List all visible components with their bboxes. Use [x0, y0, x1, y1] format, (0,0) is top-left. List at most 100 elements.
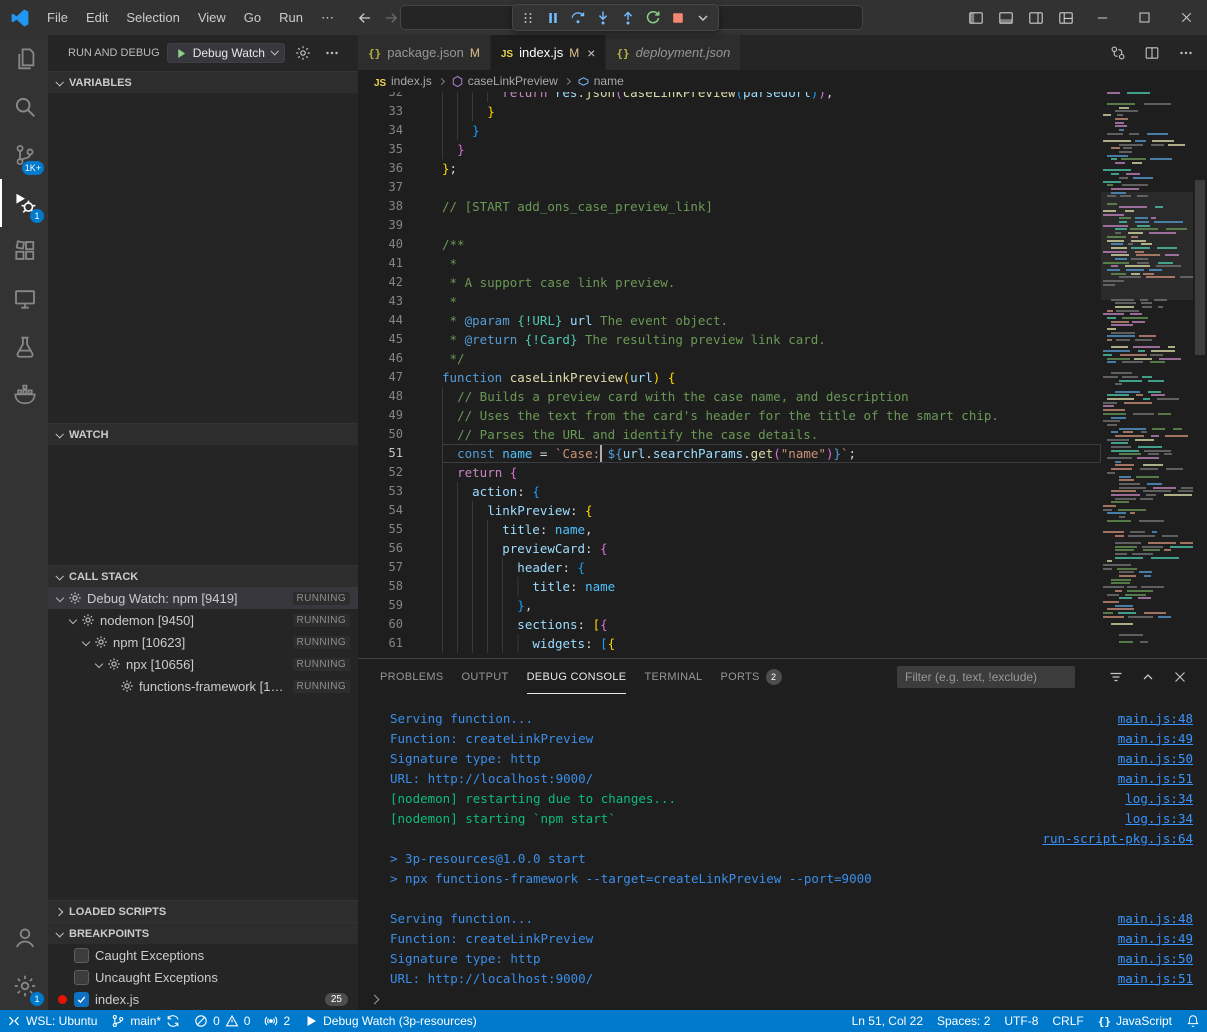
breadcrumb-item-index.js[interactable]: JSindex.js — [374, 74, 432, 88]
code-line-38[interactable]: 38// [START add_ons_case_preview_link] — [358, 197, 1101, 216]
line-number[interactable]: 40 — [358, 235, 403, 254]
minimap[interactable] — [1101, 92, 1193, 658]
code-line-32[interactable]: 32return res.json(caseLinkPreview(parsed… — [358, 92, 1101, 102]
line-number[interactable]: 58 — [358, 577, 403, 596]
views-more-actions-button[interactable] — [321, 42, 343, 64]
indentation-status[interactable]: Spaces: 2 — [930, 1010, 997, 1032]
line-number[interactable]: 50 — [358, 425, 403, 444]
source-link[interactable]: log.js:34 — [1125, 811, 1193, 826]
call-stack-session[interactable]: npm [10623] RUNNING — [48, 631, 358, 653]
notifications-bell[interactable] — [1179, 1010, 1207, 1032]
source-link[interactable]: main.js:51 — [1118, 971, 1193, 986]
code-line-40[interactable]: 40/** — [358, 235, 1101, 254]
activity-item-search[interactable] — [0, 83, 48, 131]
activity-item-containers[interactable] — [0, 371, 48, 419]
debug-settings-button[interactable] — [292, 42, 314, 64]
source-link[interactable]: main.js:48 — [1118, 711, 1193, 726]
filter-results-button[interactable] — [1105, 666, 1127, 688]
code-line-51[interactable]: 51const name = `Case: ${url.searchParams… — [358, 444, 1101, 463]
debug-pause-button[interactable] — [541, 6, 565, 29]
line-number[interactable]: 42 — [358, 273, 403, 292]
maximize-button[interactable] — [1123, 0, 1165, 35]
breakpoint-checkbox[interactable] — [74, 970, 89, 985]
editor-more-actions-button[interactable] — [1175, 42, 1197, 64]
split-editor-button[interactable] — [1141, 42, 1163, 64]
console-filter-input[interactable] — [897, 666, 1075, 688]
menu-edit[interactable]: Edit — [77, 0, 117, 35]
debug-drag-handle-button[interactable] — [516, 6, 540, 29]
code-line-36[interactable]: 36}; — [358, 159, 1101, 178]
code-line-41[interactable]: 41 * — [358, 254, 1101, 273]
menu-more[interactable]: ⋯ — [312, 0, 343, 35]
activity-item-accounts[interactable] — [0, 914, 48, 962]
breakpoint-row[interactable]: Uncaught Exceptions — [48, 966, 358, 988]
toggle-sidebar-button[interactable] — [961, 0, 991, 35]
menu-view[interactable]: View — [189, 0, 235, 35]
code-line-50[interactable]: 50// Parses the URL and identify the cas… — [358, 425, 1101, 444]
code-line-42[interactable]: 42 * A support case link preview. — [358, 273, 1101, 292]
forwarded-ports-status[interactable]: 2 — [257, 1010, 297, 1032]
section-loaded-scripts[interactable]: LOADED SCRIPTS — [48, 900, 358, 922]
line-number[interactable]: 35 — [358, 140, 403, 159]
code-line-53[interactable]: 53action: { — [358, 482, 1101, 501]
tab-index.js[interactable]: JSindex.js M × — [491, 35, 607, 70]
source-link[interactable]: main.js:50 — [1118, 751, 1193, 766]
line-number[interactable]: 41 — [358, 254, 403, 273]
tab-deployment.json[interactable]: {}deployment.json — [606, 35, 741, 70]
code-line-58[interactable]: 58title: name — [358, 577, 1101, 596]
panel-tab-output[interactable]: OUTPUT — [462, 659, 509, 694]
line-number[interactable]: 57 — [358, 558, 403, 577]
line-number[interactable]: 46 — [358, 349, 403, 368]
call-stack-session[interactable]: functions-framework [106... RUNNING — [48, 675, 358, 697]
line-number[interactable]: 61 — [358, 634, 403, 653]
debug-step-over-button[interactable] — [566, 6, 590, 29]
activity-item-testing[interactable] — [0, 323, 48, 371]
toggle-panel-button[interactable] — [991, 0, 1021, 35]
line-number[interactable]: 51 — [358, 444, 403, 463]
debug-more-sessions-button[interactable] — [691, 6, 715, 29]
debug-launch-config-button[interactable]: Debug Watch — [167, 43, 285, 63]
customize-layout-button[interactable] — [1051, 0, 1081, 35]
code-line-45[interactable]: 45 * @return {!Card} The resulting previ… — [358, 330, 1101, 349]
cursor-position-status[interactable]: Ln 51, Col 22 — [845, 1010, 930, 1032]
debug-stop-button[interactable] — [666, 6, 690, 29]
activity-item-extensions[interactable] — [0, 227, 48, 275]
section-call-stack[interactable]: CALL STACK — [48, 565, 358, 587]
line-number[interactable]: 53 — [358, 482, 403, 501]
console-input-chevron-icon[interactable] — [370, 995, 380, 1005]
panel-tab-problems[interactable]: PROBLEMS — [380, 659, 444, 694]
code-line-52[interactable]: 52return { — [358, 463, 1101, 482]
activity-item-settings[interactable]: 1 — [0, 962, 48, 1010]
git-branch-status[interactable]: main* — [104, 1010, 187, 1032]
activity-item-run-and-debug[interactable]: 1 — [0, 179, 48, 227]
section-breakpoints[interactable]: BREAKPOINTS — [48, 922, 358, 944]
code-line-43[interactable]: 43 * — [358, 292, 1101, 311]
line-number[interactable]: 55 — [358, 520, 403, 539]
activity-item-explorer[interactable] — [0, 35, 48, 83]
breadcrumb-item-caseLinkPreview[interactable]: caseLinkPreview — [451, 74, 558, 88]
breakpoint-row[interactable]: Caught Exceptions — [48, 944, 358, 966]
code-line-55[interactable]: 55title: name, — [358, 520, 1101, 539]
line-number[interactable]: 54 — [358, 501, 403, 520]
go-forward-icon[interactable] — [383, 10, 399, 26]
code-line-47[interactable]: 47function caseLinkPreview(url) { — [358, 368, 1101, 387]
maximize-panel-button[interactable] — [1137, 666, 1159, 688]
section-watch[interactable]: WATCH — [48, 423, 358, 445]
line-number[interactable]: 44 — [358, 311, 403, 330]
code-line-35[interactable]: 35} — [358, 140, 1101, 159]
scrollbar-thumb[interactable] — [1195, 180, 1205, 355]
section-variables[interactable]: VARIABLES — [48, 71, 358, 93]
source-link[interactable]: log.js:34 — [1125, 791, 1193, 806]
code-line-54[interactable]: 54linkPreview: { — [358, 501, 1101, 520]
code-line-57[interactable]: 57header: { — [358, 558, 1101, 577]
line-number[interactable]: 43 — [358, 292, 403, 311]
line-number[interactable]: 59 — [358, 596, 403, 615]
code-line-46[interactable]: 46 */ — [358, 349, 1101, 368]
call-stack-session[interactable]: Debug Watch: npm [9419] RUNNING — [48, 587, 358, 609]
source-link[interactable]: run-script-pkg.js:64 — [1042, 831, 1193, 846]
code-line-59[interactable]: 59}, — [358, 596, 1101, 615]
line-number[interactable]: 49 — [358, 406, 403, 425]
source-link[interactable]: main.js:49 — [1118, 931, 1193, 946]
close-tab-icon[interactable]: × — [587, 45, 595, 61]
language-mode-status[interactable]: {} JavaScript — [1091, 1010, 1179, 1032]
